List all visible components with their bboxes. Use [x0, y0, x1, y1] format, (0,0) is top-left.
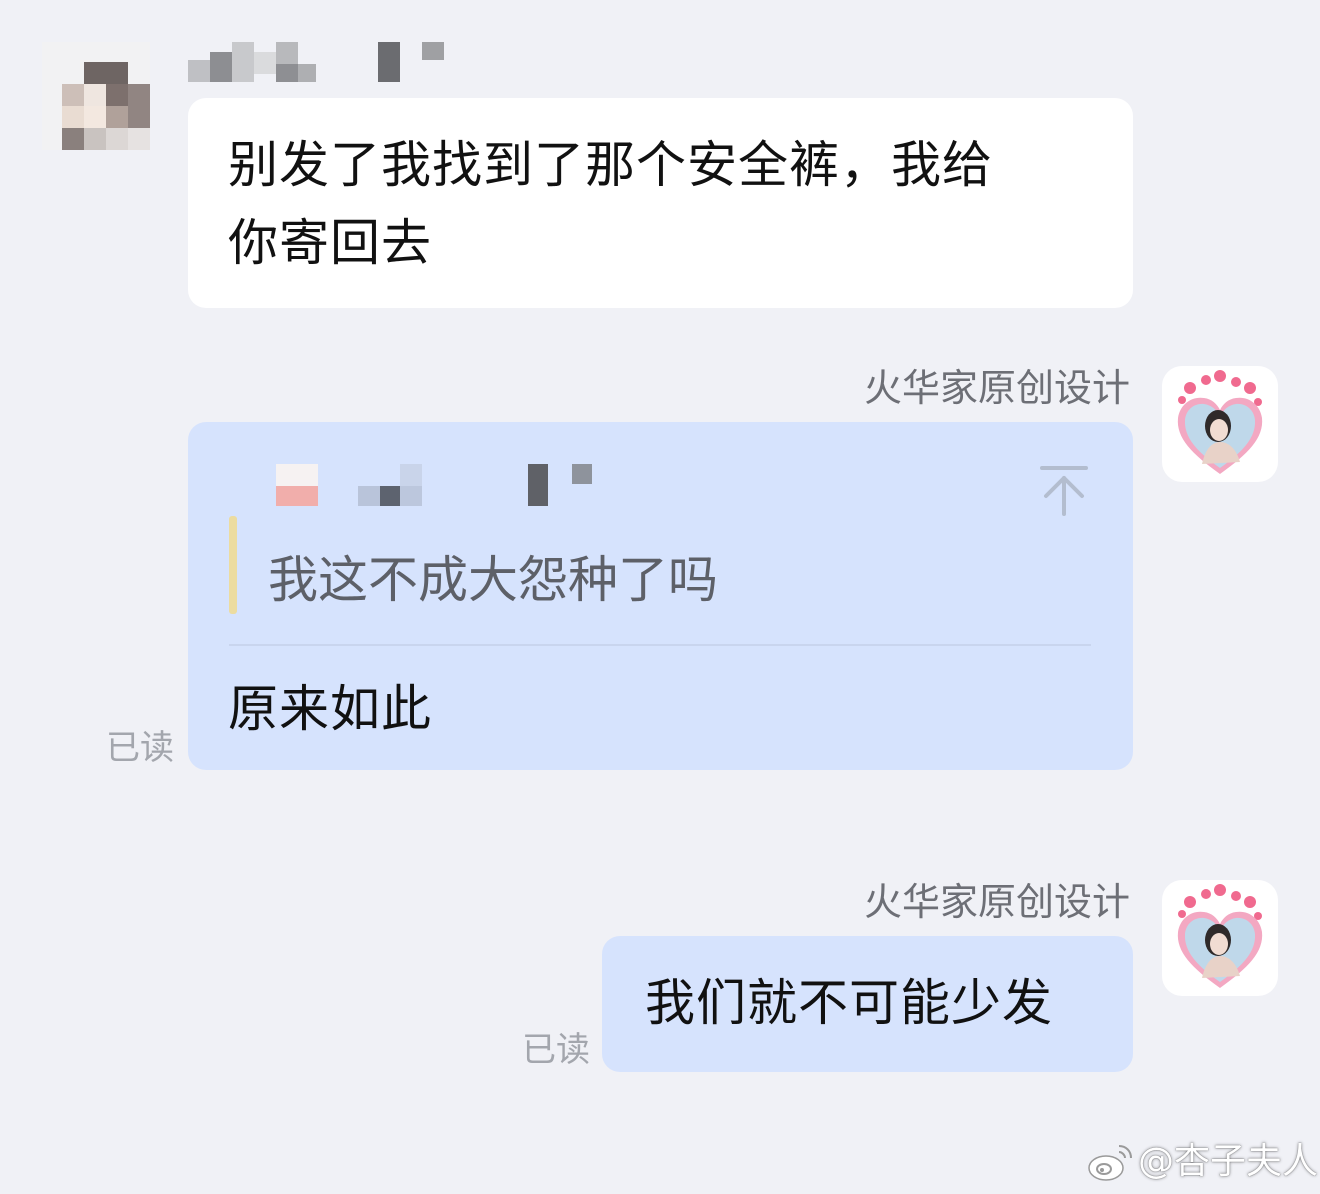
quote-bar: [229, 516, 237, 614]
arrow-up-to-top-icon[interactable]: [1038, 464, 1090, 518]
outgoing-message-text-1: 原来如此: [228, 680, 432, 738]
quote-divider: [229, 644, 1091, 646]
incoming-message-text-line2: 你寄回去: [228, 214, 432, 272]
incoming-avatar[interactable]: [42, 42, 150, 150]
outgoing-message-text-2: 我们就不可能少发: [645, 974, 1053, 1032]
read-status-2: 已读: [522, 1030, 590, 1070]
self-avatar[interactable]: [1162, 366, 1278, 482]
quoted-message-text: 我这不成大怨种了吗: [268, 551, 718, 609]
read-status-1: 已读: [106, 728, 174, 768]
incoming-message-text-line1: 别发了我找到了那个安全裤，我给: [228, 136, 993, 194]
self-sender-name: 火华家原创设计: [863, 366, 1130, 410]
incoming-sender-name-redacted: [188, 42, 458, 86]
weibo-logo-icon: [1086, 1140, 1136, 1184]
quoted-author-redacted: [276, 464, 606, 510]
watermark-text: @杏子夫人: [1138, 1141, 1319, 1182]
self-sender-name-2: 火华家原创设计: [863, 880, 1130, 924]
self-avatar-2[interactable]: [1162, 880, 1278, 996]
